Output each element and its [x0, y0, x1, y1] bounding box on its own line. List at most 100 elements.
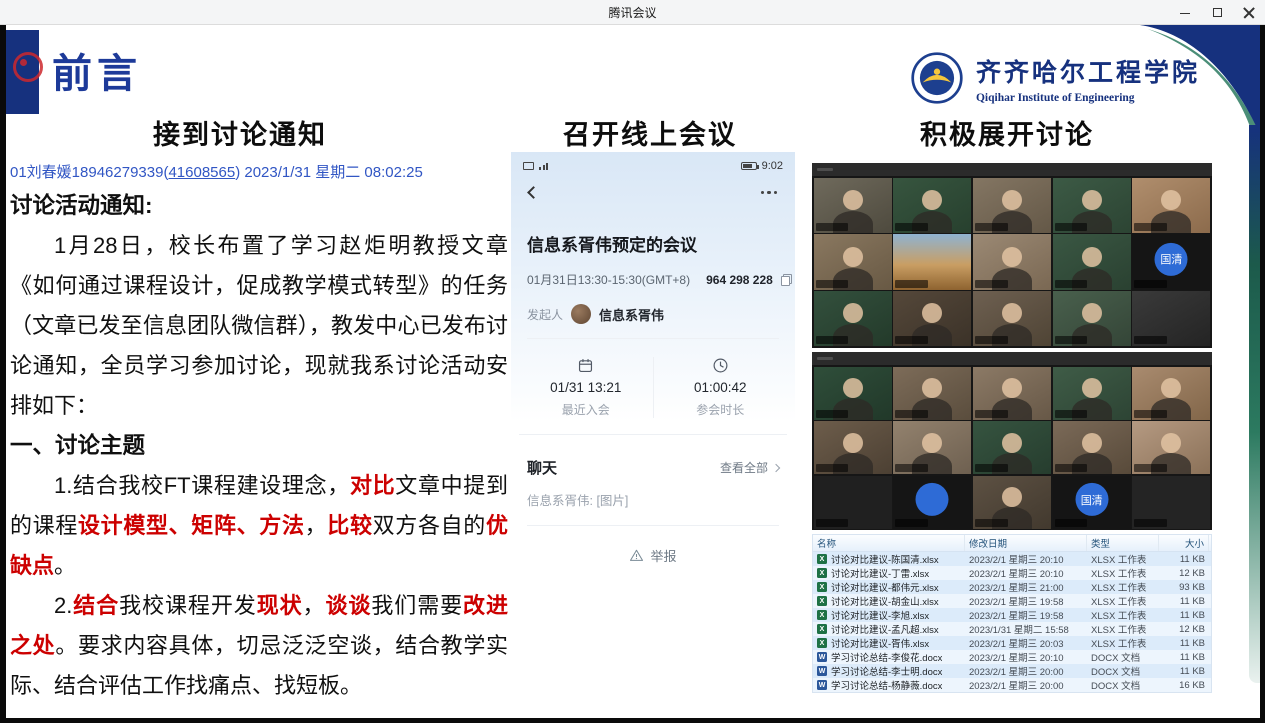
- file-row[interactable]: X讨论对比建议-陈国清.xlsx2023/2/1 星期三 20:10XLSX 工…: [813, 552, 1211, 566]
- meeting-window-titlebar: [812, 352, 1212, 365]
- file-size: 11 KB: [1159, 650, 1209, 664]
- participant-avatar: 国清: [1155, 243, 1188, 276]
- file-name: 讨论对比建议-李旭.xlsx: [831, 608, 929, 622]
- battery-icon: [741, 162, 757, 170]
- video-tile: [1053, 367, 1131, 420]
- participant-avatar: [916, 483, 949, 516]
- notice-paragraph: 2.结合我校课程开发现状，谈谈我们需要改进之处。要求内容具体，切忌泛泛空谈，结合…: [10, 586, 508, 706]
- meeting-id: 964 298 228: [706, 273, 773, 287]
- phone-navbar: [511, 172, 795, 197]
- school-logo: [910, 51, 964, 105]
- participant-nametag: [816, 519, 849, 527]
- file-row[interactable]: W学习讨论总结-杨静薇.docx2023/2/1 星期三 20:00DOCX 文…: [813, 678, 1211, 692]
- meeting-window-titlebar: [812, 163, 1212, 176]
- video-tile: [1132, 178, 1210, 233]
- participant-nametag: [816, 464, 849, 472]
- video-tile: [1132, 367, 1210, 420]
- video-tile-avatar: 国清: [1132, 234, 1210, 289]
- minimize-icon[interactable]: [1179, 7, 1191, 19]
- meeting-detail-card: 9:02 信息系胥伟预定的会议 01月31日13:30-15:30(GMT+8)…: [511, 152, 795, 693]
- meeting-stats: 01/31 13:21 最近入会 01:00:42 参会时长: [519, 339, 787, 435]
- file-column-header[interactable]: 名称: [813, 535, 965, 551]
- participant-nametag: [1134, 410, 1167, 418]
- notice-paragraph: 1月28日，校长布置了学习赵炬明教授文章《如何通过课程设计，促成教学模式转型》的…: [10, 226, 508, 426]
- meeting-title: 信息系胥伟预定的会议: [511, 197, 795, 256]
- file-name: 讨论对比建议-陈国清.xlsx: [831, 552, 939, 566]
- excel-file-icon: X: [817, 568, 827, 578]
- file-column-header[interactable]: 类型: [1087, 535, 1159, 551]
- video-tile: [973, 367, 1051, 420]
- file-size: 11 KB: [1159, 664, 1209, 678]
- video-tile: [973, 178, 1051, 233]
- file-date: 2023/1/31 星期二 15:58: [965, 622, 1087, 636]
- participant-nametag: [975, 336, 1008, 344]
- report-button[interactable]: 举报: [511, 526, 795, 565]
- stat-label: 参会时长: [696, 401, 744, 418]
- maximize-icon[interactable]: [1211, 7, 1223, 19]
- screencast-icon: [523, 162, 534, 170]
- clock-icon: [712, 357, 729, 374]
- video-tile: [814, 291, 892, 346]
- notice-paragraph: 1.结合我校FT课程建设理念，对比文章中提到的课程设计模型、矩阵、方法，比较双方…: [10, 466, 508, 586]
- warning-icon: [629, 548, 644, 563]
- participant-nametag: [975, 519, 1008, 527]
- file-size: 11 KB: [1159, 594, 1209, 608]
- participant-nametag: [895, 223, 928, 231]
- copy-icon[interactable]: [781, 274, 792, 286]
- video-tile: [973, 421, 1051, 474]
- file-row[interactable]: X讨论对比建议-丁雷.xlsx2023/2/1 星期三 20:10XLSX 工作…: [813, 566, 1211, 580]
- video-tile-avatar: [893, 476, 971, 529]
- participant-nametag: [975, 223, 1008, 231]
- video-tile-avatar: 国清: [1053, 476, 1131, 529]
- excel-file-icon: X: [817, 582, 827, 592]
- file-name: 讨论对比建议-孟凡超.xlsx: [831, 622, 939, 636]
- video-tile: [893, 367, 971, 420]
- file-row[interactable]: W学习讨论总结-李士明.docx2023/2/1 星期三 20:00DOCX 文…: [813, 664, 1211, 678]
- file-name: 讨论对比建议-胡金山.xlsx: [831, 594, 939, 608]
- file-name: 学习讨论总结-杨静薇.docx: [831, 678, 942, 692]
- video-tile: [893, 291, 971, 346]
- file-row[interactable]: W学习讨论总结-李俊花.docx2023/2/1 星期三 20:10DOCX 文…: [813, 650, 1211, 664]
- video-tile: [1053, 234, 1131, 289]
- file-row[interactable]: X讨论对比建议-孟凡超.xlsx2023/1/31 星期二 15:58XLSX …: [813, 622, 1211, 636]
- participant-nametag: [1055, 464, 1088, 472]
- column-title-meeting: 召开线上会议: [500, 113, 800, 152]
- view-all-chat-button[interactable]: 查看全部: [720, 459, 779, 476]
- chevron-right-icon: [772, 463, 780, 471]
- participant-nametag: [1055, 336, 1088, 344]
- qq-number-link[interactable]: 41608565: [168, 164, 235, 181]
- participant-nametag: [895, 280, 928, 288]
- file-row[interactable]: X讨论对比建议-胡金山.xlsx2023/2/1 星期三 19:58XLSX 工…: [813, 594, 1211, 608]
- participant-nametag: [1055, 410, 1088, 418]
- file-column-header[interactable]: 大小: [1159, 535, 1209, 551]
- video-tile: [1132, 421, 1210, 474]
- video-tile: [1132, 291, 1210, 346]
- file-row[interactable]: X讨论对比建议-都伟元.xlsx2023/2/1 星期三 21:00XLSX 工…: [813, 580, 1211, 594]
- organizer-row: 发起人 信息系胥伟: [527, 288, 779, 339]
- view-all-label: 查看全部: [720, 459, 768, 476]
- notice-column: 01刘春媛18946279339(41608565) 2023/1/31 星期二…: [10, 161, 508, 706]
- excel-file-icon: X: [817, 596, 827, 606]
- participant-nametag: [1055, 280, 1088, 288]
- video-tile: [973, 476, 1051, 529]
- file-row[interactable]: X讨论对比建议-李旭.xlsx2023/2/1 星期三 19:58XLSX 工作…: [813, 608, 1211, 622]
- video-tile: [814, 476, 892, 529]
- participant-nametag: [1055, 519, 1088, 527]
- file-size: 11 KB: [1159, 552, 1209, 566]
- participant-nametag: [975, 280, 1008, 288]
- close-icon[interactable]: [1243, 7, 1255, 19]
- file-list-header: 名称修改日期类型大小: [813, 535, 1211, 552]
- school-brand: 齐齐哈尔工程学院 Qiqihar Institute of Engineerin…: [910, 51, 1200, 105]
- file-column-header[interactable]: 修改日期: [965, 535, 1087, 551]
- window-controls: [1179, 0, 1255, 25]
- file-row[interactable]: X讨论对比建议-胥伟.xlsx2023/2/1 星期三 20:03XLSX 工作…: [813, 636, 1211, 650]
- meeting-screenshot-2: 国清: [812, 352, 1212, 530]
- file-name: 讨论对比建议-丁雷.xlsx: [831, 566, 929, 580]
- notice-sender: 01刘春媛18946279339(: [10, 164, 168, 181]
- participant-nametag: [1134, 280, 1167, 288]
- notice-heading: 讨论活动通知:: [10, 186, 508, 226]
- file-size: 12 KB: [1159, 622, 1209, 636]
- calendar-icon: [577, 357, 594, 374]
- participant-avatar: 国清: [1075, 483, 1108, 516]
- more-icon[interactable]: [761, 191, 778, 195]
